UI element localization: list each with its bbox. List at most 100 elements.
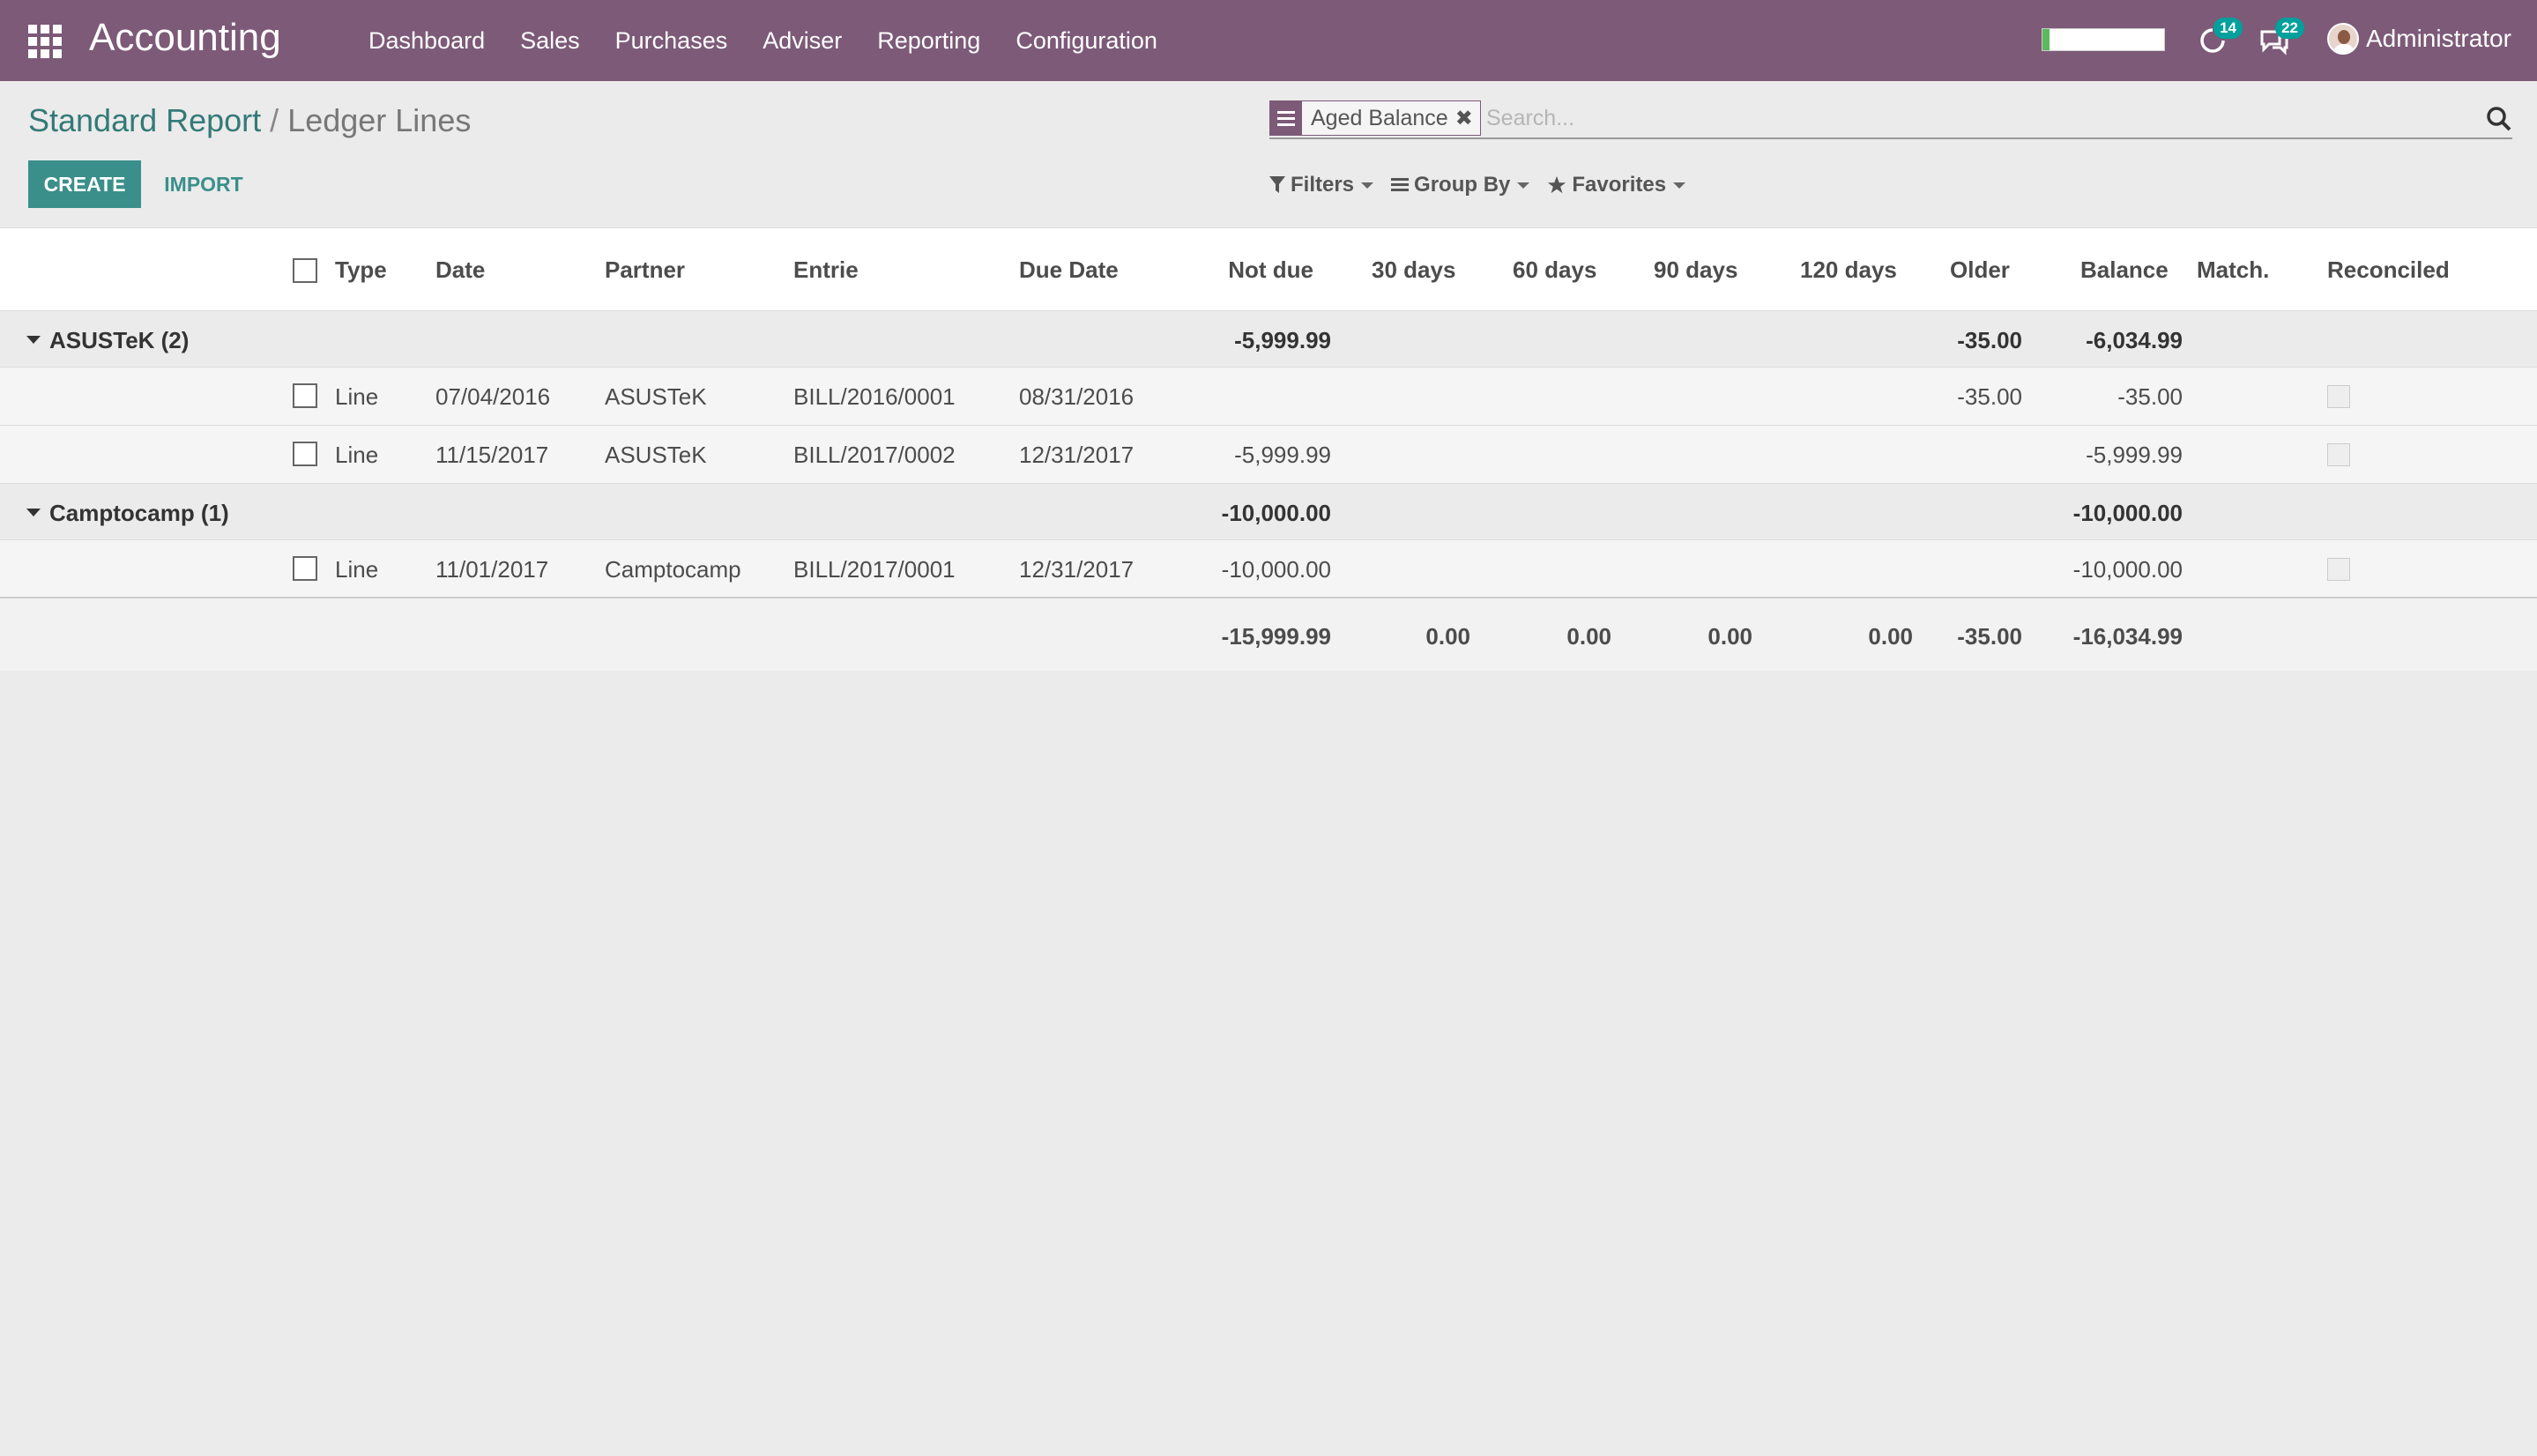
col-due-date[interactable]: Due Date: [1019, 256, 1119, 284]
group-by-dropdown[interactable]: Group By: [1391, 173, 1530, 197]
cell-balance: -5,999.99: [2086, 442, 2183, 468]
avatar: [2327, 23, 2359, 55]
menu-item-purchases[interactable]: Purchases: [615, 27, 728, 55]
search-icon[interactable]: [2486, 106, 2512, 132]
table-row[interactable]: Line 07/04/2016 ASUSTeK BILL/2016/0001 0…: [0, 368, 2537, 426]
filter-icon: [1269, 176, 1285, 194]
activity-badge: 14: [2213, 18, 2243, 39]
group-row[interactable]: Camptocamp (1) -10,000.00 -10,000.00: [0, 484, 2537, 540]
cell-date: 11/01/2017: [435, 556, 549, 583]
menu-item-reporting[interactable]: Reporting: [877, 27, 980, 55]
search-options: Filters Group By Favorites: [1269, 173, 1703, 197]
col-reconciled[interactable]: Reconciled: [2327, 256, 2450, 284]
cell-not-due: -10,000.00: [1221, 556, 1331, 583]
breadcrumb-parent[interactable]: Standard Report: [28, 102, 261, 138]
cell-partner: ASUSTeK: [605, 442, 707, 468]
cell-partner: Camptocamp: [605, 556, 741, 583]
ledger-table: Type Date Partner Entrie Due Date Not du…: [0, 227, 2537, 671]
menu-item-dashboard[interactable]: Dashboard: [368, 27, 485, 55]
cell-type: Line: [335, 556, 379, 583]
cell-not-due: -5,999.99: [1234, 442, 1331, 468]
col-120-days[interactable]: 120 days: [1800, 256, 1897, 284]
filter-list-icon: [1270, 101, 1302, 135]
table-footer-totals: -15,999.99 0.00 0.00 0.00 0.00 -35.00 -1…: [0, 597, 2537, 671]
cell-balance: -35.00: [2117, 383, 2183, 410]
top-navbar: Accounting Dashboard Sales Purchases Adv…: [0, 0, 2537, 81]
group-label: Camptocamp (1): [49, 500, 229, 526]
col-older[interactable]: Older: [1950, 256, 2010, 284]
user-name: Administrator: [2366, 25, 2511, 52]
facet-label: Aged Balance: [1311, 105, 1448, 130]
app-brand: Accounting: [89, 16, 281, 59]
reconciled-checkbox: [2327, 558, 2350, 581]
group-not-due: -10,000.00: [1221, 500, 1331, 526]
create-button[interactable]: CREATE: [28, 160, 141, 208]
menu-item-configuration[interactable]: Configuration: [1016, 27, 1157, 55]
activity-button[interactable]: 14: [2197, 18, 2243, 56]
cell-partner: ASUSTeK: [605, 383, 707, 410]
main-menu: Dashboard Sales Purchases Adviser Report…: [368, 0, 1193, 81]
star-icon: [1547, 175, 1566, 195]
group-balance: -10,000.00: [2072, 500, 2183, 526]
cell-entrie: BILL/2017/0002: [793, 442, 956, 468]
table-row[interactable]: Line 11/01/2017 Camptocamp BILL/2017/000…: [0, 540, 2537, 598]
col-match[interactable]: Match.: [2197, 256, 2269, 284]
col-not-due[interactable]: Not due: [1216, 256, 1313, 284]
messages-badge: 22: [2275, 18, 2304, 39]
breadcrumb-current: Ledger Lines: [287, 102, 472, 138]
col-90-days[interactable]: 90 days: [1654, 256, 1737, 284]
group-row[interactable]: ASUSTeK (2) -5,999.99 -35.00 -6,034.99: [0, 311, 2537, 368]
import-button[interactable]: IMPORT: [152, 160, 256, 208]
select-all-checkbox[interactable]: [293, 258, 317, 283]
facet-remove-icon[interactable]: ✖: [1455, 106, 1480, 131]
chevron-down-icon: [1673, 182, 1686, 189]
list-icon: [1391, 177, 1410, 193]
table-header: Type Date Partner Entrie Due Date Not du…: [0, 228, 2537, 311]
favorites-label: Favorites: [1572, 173, 1667, 197]
menu-item-sales[interactable]: Sales: [520, 27, 580, 55]
user-menu[interactable]: Administrator: [2327, 23, 2511, 55]
progress-fill: [2042, 29, 2050, 50]
search-facet: Aged Balance ✖: [1269, 100, 1481, 136]
cell-date: 11/15/2017: [435, 442, 549, 468]
col-60-days[interactable]: 60 days: [1513, 256, 1596, 284]
col-date[interactable]: Date: [435, 256, 485, 284]
cell-due-date: 08/31/2016: [1019, 383, 1135, 410]
reconciled-checkbox: [2327, 443, 2350, 466]
table-row[interactable]: Line 11/15/2017 ASUSTeK BILL/2017/0002 1…: [0, 426, 2537, 484]
messages-button[interactable]: 22: [2258, 18, 2304, 56]
progress-indicator: [2042, 28, 2165, 51]
col-entrie[interactable]: Entrie: [793, 256, 859, 284]
cell-entrie: BILL/2016/0001: [793, 383, 956, 410]
cell-balance: -10,000.00: [2072, 556, 2183, 583]
search-input[interactable]: [1486, 102, 2438, 134]
breadcrumb-separator: /: [270, 102, 279, 138]
menu-item-adviser[interactable]: Adviser: [763, 27, 842, 55]
row-checkbox[interactable]: [293, 556, 317, 581]
row-checkbox[interactable]: [293, 383, 317, 408]
breadcrumb: Standard Report / Ledger Lines: [28, 102, 471, 139]
group-not-due: -5,999.99: [1234, 327, 1331, 353]
total-balance: -16,034.99: [2072, 623, 2183, 650]
col-partner[interactable]: Partner: [605, 256, 685, 284]
col-30-days[interactable]: 30 days: [1372, 256, 1455, 284]
group-balance: -6,034.99: [2086, 327, 2183, 353]
caret-down-icon: [26, 509, 41, 516]
cell-date: 07/04/2016: [435, 383, 551, 410]
cell-entrie: BILL/2017/0001: [793, 556, 956, 583]
search-bar: Aged Balance ✖: [1269, 99, 2512, 139]
filters-dropdown[interactable]: Filters: [1269, 173, 1374, 197]
row-checkbox[interactable]: [293, 442, 317, 466]
cell-due-date: 12/31/2017: [1019, 442, 1135, 468]
caret-down-icon: [26, 336, 41, 344]
apps-menu-icon[interactable]: [28, 25, 62, 58]
col-balance[interactable]: Balance: [2080, 256, 2169, 284]
chevron-down-icon: [1517, 182, 1530, 189]
cell-type: Line: [335, 442, 379, 468]
group-label: ASUSTeK (2): [49, 327, 190, 353]
col-type[interactable]: Type: [335, 256, 387, 284]
filters-label: Filters: [1291, 173, 1355, 197]
reconciled-checkbox: [2327, 385, 2350, 408]
cell-type: Line: [335, 383, 379, 410]
favorites-dropdown[interactable]: Favorites: [1547, 173, 1686, 197]
